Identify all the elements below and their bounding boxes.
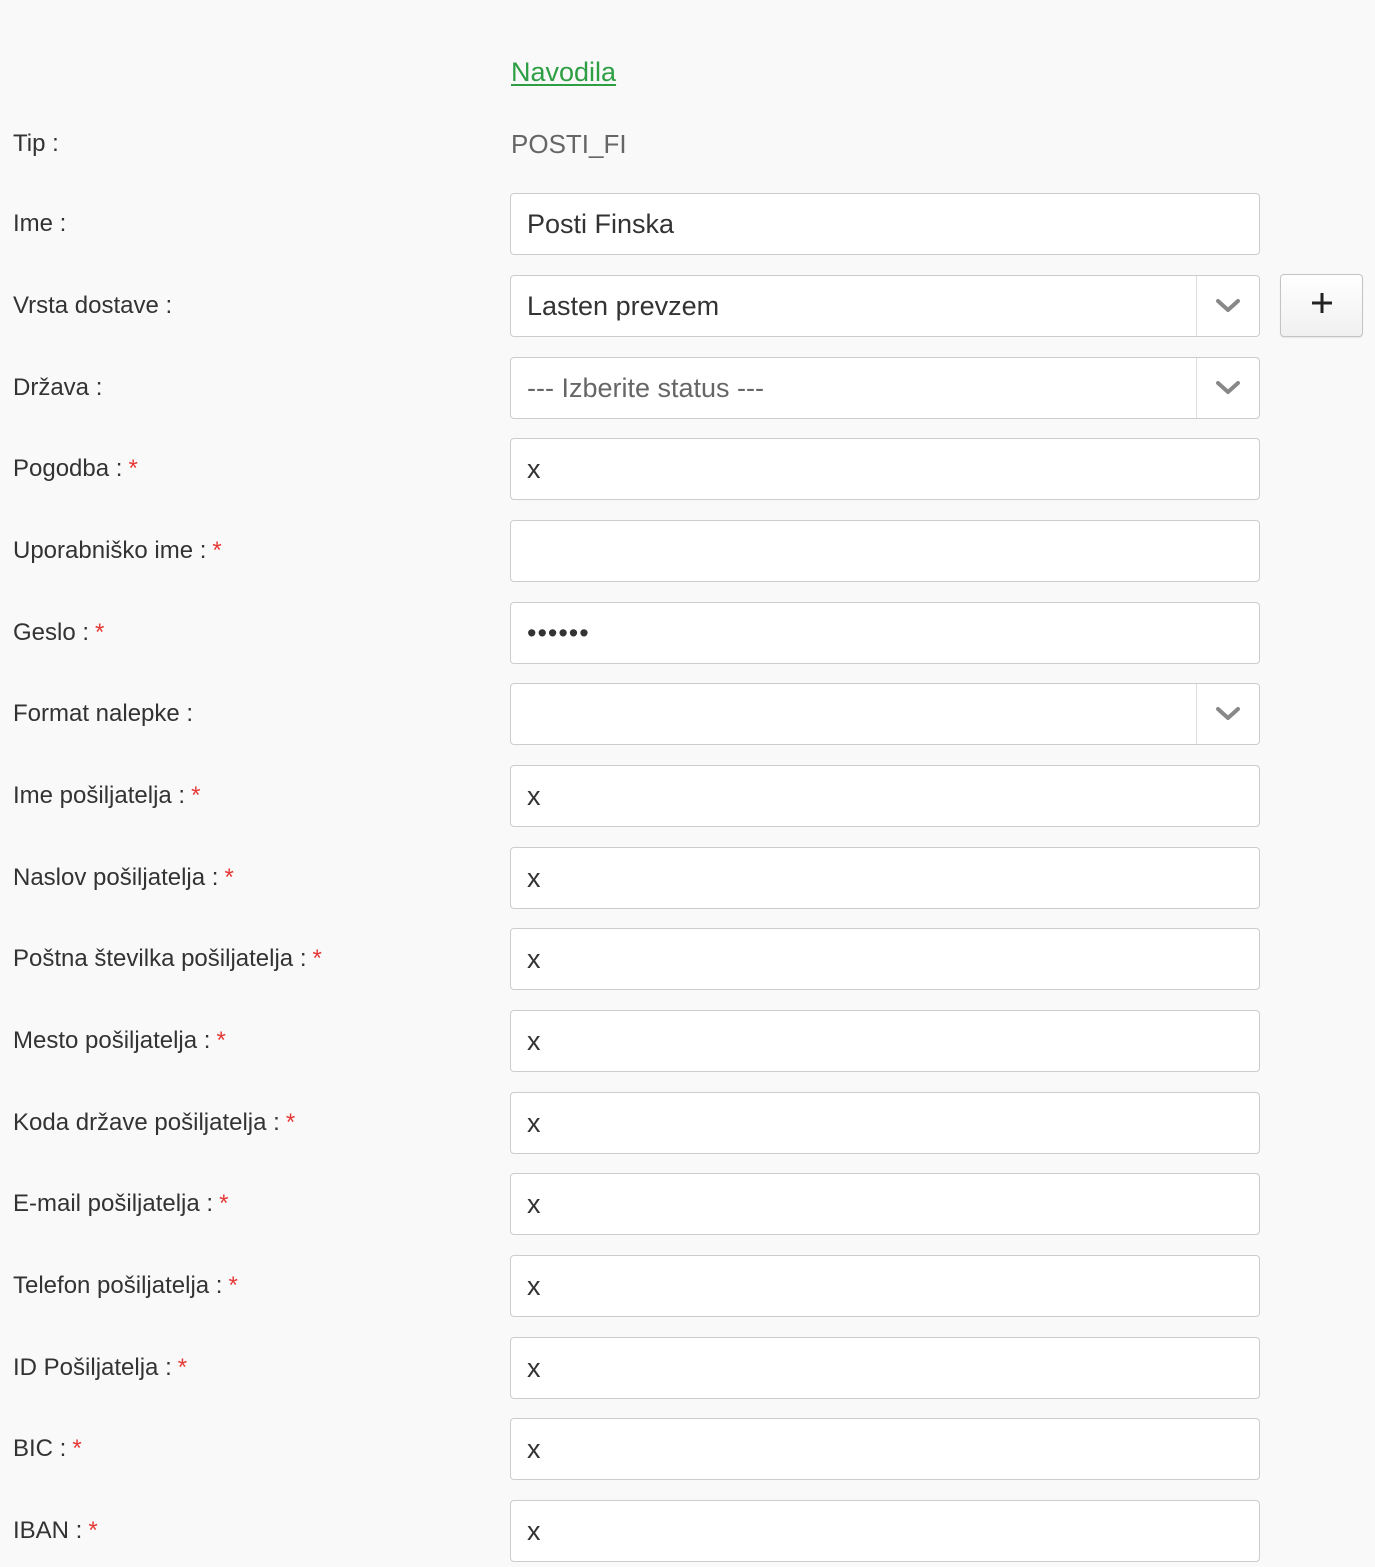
- iban-label: IBAN : *: [13, 1517, 98, 1544]
- iban-input[interactable]: [510, 1500, 1260, 1562]
- ime-posiljatelja-input[interactable]: [510, 765, 1260, 827]
- tip-value: POSTI_FI: [511, 129, 627, 159]
- row-koda-drzave: Koda države pošiljatelja : *: [0, 1092, 1375, 1154]
- mesto-posiljatelja-label: Mesto pošiljatelja : *: [13, 1027, 226, 1054]
- required-marker: *: [228, 1272, 238, 1299]
- drzava-select[interactable]: --- Izberite status ---: [510, 357, 1260, 419]
- ime-posiljatelja-label: Ime pošiljatelja : *: [13, 782, 201, 809]
- required-marker: *: [216, 1027, 226, 1054]
- plus-icon: [1310, 291, 1334, 320]
- postna-stevilka-label: Poštna številka pošiljatelja : *: [13, 945, 322, 972]
- required-marker: *: [219, 1190, 229, 1217]
- telefon-posiljatelja-label: Telefon pošiljatelja : *: [13, 1272, 238, 1299]
- koda-drzave-input[interactable]: [510, 1092, 1260, 1154]
- required-marker: *: [88, 1517, 98, 1544]
- row-geslo: Geslo : *: [0, 602, 1375, 664]
- required-marker: *: [212, 537, 222, 564]
- required-marker: *: [191, 782, 201, 809]
- required-marker: *: [224, 864, 234, 891]
- required-marker: *: [95, 619, 105, 646]
- row-iban: IBAN : *: [0, 1500, 1375, 1562]
- row-naslov-posiljatelja: Naslov pošiljatelja : *: [0, 847, 1375, 909]
- email-posiljatelja-input[interactable]: [510, 1173, 1260, 1235]
- uporabnisko-ime-input[interactable]: [510, 520, 1260, 582]
- format-nalepke-select[interactable]: [510, 683, 1260, 745]
- instructions-link[interactable]: Navodila: [511, 55, 616, 89]
- row-postna-stevilka: Poštna številka pošiljatelja : *: [0, 928, 1375, 990]
- vrsta-dostave-selected: Lasten prevzem: [527, 291, 720, 321]
- koda-drzave-label: Koda države pošiljatelja : *: [13, 1109, 296, 1136]
- id-posiljatelja-label: ID Pošiljatelja : *: [13, 1354, 188, 1381]
- row-email-posiljatelja: E-mail pošiljatelja : *: [0, 1173, 1375, 1235]
- vrsta-dostave-select[interactable]: Lasten prevzem: [510, 275, 1260, 337]
- add-delivery-type-button[interactable]: [1280, 274, 1363, 337]
- row-drzava: Država : --- Izberite status ---: [0, 357, 1375, 419]
- postna-stevilka-input[interactable]: [510, 928, 1260, 990]
- required-marker: *: [128, 455, 138, 482]
- id-posiljatelja-input[interactable]: [510, 1337, 1260, 1399]
- row-bic: BIC : *: [0, 1418, 1375, 1480]
- bic-label: BIC : *: [13, 1435, 82, 1462]
- required-marker: *: [312, 945, 322, 972]
- row-uporabnisko-ime: Uporabniško ime : *: [0, 520, 1375, 582]
- row-id-posiljatelja: ID Pošiljatelja : *: [0, 1337, 1375, 1399]
- telefon-posiljatelja-input[interactable]: [510, 1255, 1260, 1317]
- drzava-label: Država :: [13, 374, 103, 401]
- naslov-posiljatelja-input[interactable]: [510, 847, 1260, 909]
- naslov-posiljatelja-label: Naslov pošiljatelja : *: [13, 864, 234, 891]
- format-nalepke-label: Format nalepke :: [13, 700, 194, 727]
- chevron-down-icon[interactable]: [1196, 358, 1259, 418]
- ime-input[interactable]: [510, 193, 1260, 255]
- mesto-posiljatelja-input[interactable]: [510, 1010, 1260, 1072]
- row-vrsta-dostave: Vrsta dostave : Lasten prevzem: [0, 274, 1375, 337]
- row-format-nalepke: Format nalepke :: [0, 683, 1375, 745]
- pogodba-label: Pogodba : *: [13, 455, 138, 482]
- ime-label: Ime :: [13, 210, 67, 237]
- email-posiljatelja-label: E-mail pošiljatelja : *: [13, 1190, 229, 1217]
- pogodba-input[interactable]: [510, 438, 1260, 500]
- required-marker: *: [285, 1109, 296, 1136]
- row-tip: Tip : POSTI_FI: [0, 113, 1375, 175]
- tip-label: Tip :: [13, 130, 59, 157]
- required-marker: *: [177, 1354, 188, 1381]
- row-mesto-posiljatelja: Mesto pošiljatelja : *: [0, 1010, 1375, 1072]
- uporabnisko-ime-label: Uporabniško ime : *: [13, 537, 222, 564]
- drzava-placeholder: --- Izberite status ---: [527, 373, 765, 403]
- geslo-input[interactable]: [510, 602, 1260, 664]
- row-ime-posiljatelja: Ime pošiljatelja : *: [0, 765, 1375, 827]
- geslo-label: Geslo : *: [13, 619, 105, 646]
- row-ime: Ime :: [0, 193, 1375, 255]
- row-pogodba: Pogodba : *: [0, 438, 1375, 500]
- chevron-down-icon[interactable]: [1196, 276, 1259, 336]
- row-telefon-posiljatelja: Telefon pošiljatelja : *: [0, 1255, 1375, 1317]
- vrsta-dostave-label: Vrsta dostave :: [13, 292, 173, 319]
- chevron-down-icon[interactable]: [1196, 684, 1259, 744]
- required-marker: *: [72, 1435, 82, 1462]
- bic-input[interactable]: [510, 1418, 1260, 1480]
